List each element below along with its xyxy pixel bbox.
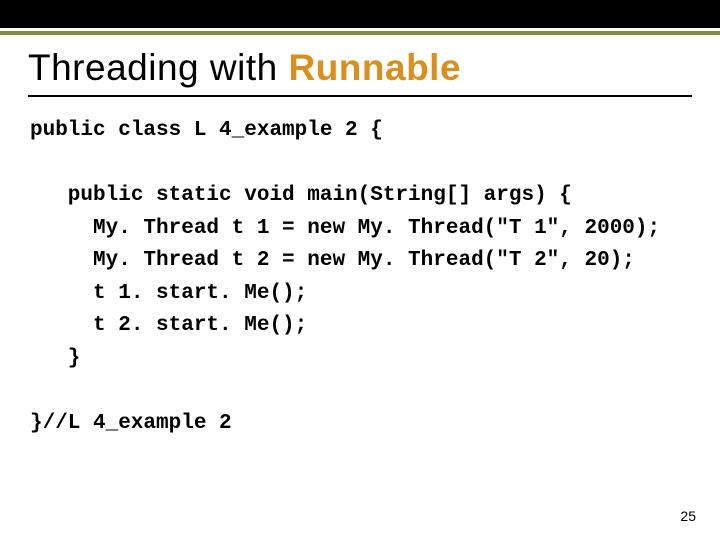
code-line-10: }//L 4_example 2 xyxy=(30,408,692,441)
code-line-1: public class L 4_example 2 { xyxy=(30,115,692,148)
code-line-3: public static void main(String[] args) { xyxy=(30,180,692,213)
code-area: public class L 4_example 2 { public stat… xyxy=(28,115,692,440)
slide-title: Threading with Runnable xyxy=(28,47,692,97)
code-line-7: t 2. start. Me(); xyxy=(30,310,692,343)
code-blank-1 xyxy=(30,148,692,181)
page-number: 25 xyxy=(680,508,696,524)
code-blank-2 xyxy=(30,375,692,408)
slide-content: Threading with Runnable public class L 4… xyxy=(0,35,720,440)
title-accent: Runnable xyxy=(288,47,461,88)
code-line-8: } xyxy=(30,343,692,376)
code-line-5: My. Thread t 2 = new My. Thread("T 2", 2… xyxy=(30,245,692,278)
code-line-4: My. Thread t 1 = new My. Thread("T 1", 2… xyxy=(30,213,692,246)
top-black-bar xyxy=(0,0,720,28)
code-line-6: t 1. start. Me(); xyxy=(30,278,692,311)
title-prefix: Threading with xyxy=(28,47,288,88)
